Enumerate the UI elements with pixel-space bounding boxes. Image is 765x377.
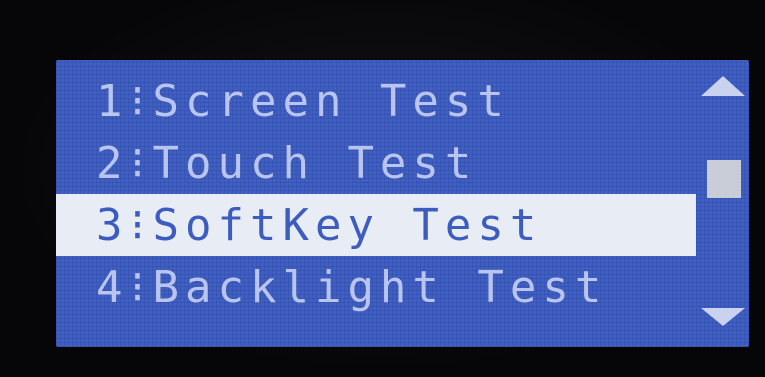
- menu-item-softkey-test[interactable]: 3 ⁝ SoftKey Test: [56, 194, 696, 256]
- menu-item-label: Screen Test: [152, 75, 510, 127]
- menu-item-number: 1: [96, 75, 129, 127]
- menu-item-screen-test[interactable]: 1 ⁝ Screen Test: [56, 70, 696, 132]
- menu-item-separator: ⁝: [130, 137, 151, 189]
- menu-item-number: 3: [96, 199, 129, 251]
- menu-item-touch-test[interactable]: 2 ⁝ Touch Test: [56, 132, 696, 194]
- menu-item-number: 2: [96, 137, 129, 189]
- menu-item-separator: ⁝: [130, 199, 151, 251]
- menu-item-number: 4: [96, 261, 129, 313]
- device-bezel: 1 ⁝ Screen Test 2 ⁝ Touch Test 3 ⁝ SoftKey Tes…: [0, 0, 765, 377]
- scrollbar-thumb[interactable]: [707, 160, 741, 198]
- lcd-screen: 1 ⁝ Screen Test 2 ⁝ Touch Test 3 ⁝ SoftKey Tes…: [56, 60, 749, 347]
- menu-item-label: Touch Test: [152, 137, 478, 189]
- triangle-up-icon[interactable]: [701, 76, 745, 96]
- menu-item-separator: ⁝: [130, 261, 151, 313]
- test-menu-list: 1 ⁝ Screen Test 2 ⁝ Touch Test 3 ⁝ SoftKey Tes…: [56, 70, 696, 318]
- scrollbar[interactable]: [701, 68, 745, 340]
- triangle-down-icon[interactable]: [701, 308, 745, 326]
- menu-item-label: SoftKey Test: [152, 199, 543, 251]
- menu-item-backlight-test[interactable]: 4 ⁝ Backlight Test: [56, 256, 696, 318]
- menu-item-separator: ⁝: [130, 75, 151, 127]
- menu-item-label: Backlight Test: [152, 261, 608, 313]
